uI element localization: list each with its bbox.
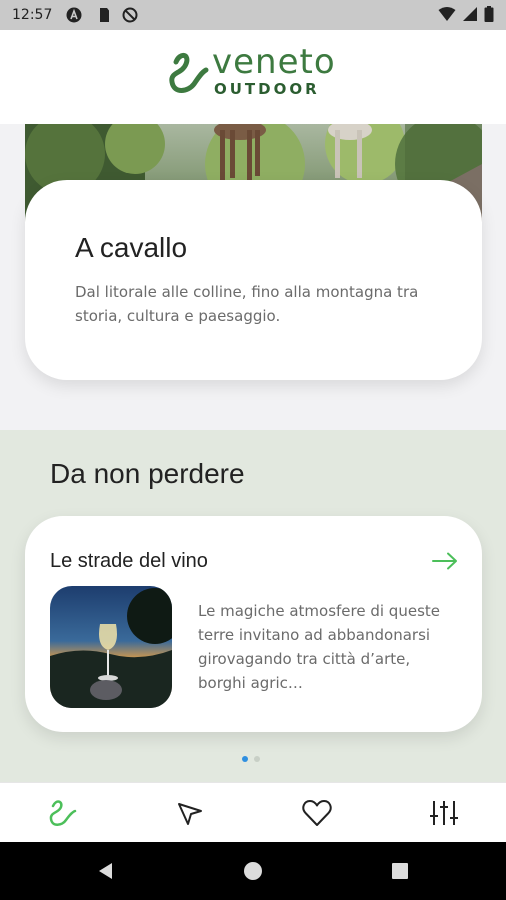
back-icon[interactable] (96, 861, 116, 881)
veneto-logo-icon (49, 800, 77, 826)
no-disturb-icon (122, 7, 138, 23)
a-circle-icon (66, 7, 82, 23)
highlight-card[interactable]: Le strade del vino Le magiche atmosfere … (25, 516, 482, 732)
logo-wordmark: veneto (212, 42, 336, 82)
pagination-dot-active[interactable] (242, 756, 248, 762)
signal-icon (463, 7, 477, 21)
activity-title: A cavallo (75, 232, 188, 263)
nav-home[interactable] (45, 795, 81, 831)
section-heading: Da non perdere (50, 458, 245, 489)
app-header: veneto OUTDOOR (0, 30, 506, 124)
home-icon[interactable] (243, 861, 263, 881)
highlight-description: Le magiche atmosfere di queste terre inv… (198, 602, 440, 692)
pagination-dot[interactable] (254, 756, 260, 762)
bottom-navigation (0, 782, 506, 842)
system-navigation-bar (0, 842, 506, 900)
nav-favorites[interactable] (299, 795, 335, 831)
arrow-right-icon[interactable] (432, 552, 458, 570)
veneto-outdoor-logo[interactable]: veneto OUTDOOR (166, 42, 346, 108)
heart-icon (302, 800, 332, 826)
veneto-logo-mark-icon (169, 53, 209, 93)
sd-card-icon (100, 8, 109, 22)
wine-glass-photo (50, 586, 172, 708)
wine-thumbnail[interactable] (50, 586, 172, 708)
navigation-icon (178, 803, 202, 825)
filters-icon (430, 801, 458, 825)
recents-icon[interactable] (390, 861, 410, 881)
highlights-section: Da non perdere Le strade del vino Le mag… (0, 430, 506, 782)
nav-filters[interactable] (426, 795, 462, 831)
battery-icon (484, 6, 494, 22)
highlight-title: Le strade del vino (50, 550, 208, 572)
nav-navigation[interactable] (172, 795, 208, 831)
status-time: 12:57 (12, 7, 53, 23)
status-bar: 12:57 (0, 0, 506, 30)
logo-subtitle: OUTDOOR (214, 80, 320, 98)
wifi-icon (438, 7, 456, 21)
pagination-dots (242, 756, 260, 762)
activity-card[interactable]: A cavallo Dal litorale alle colline, fin… (25, 180, 482, 380)
activity-description: Dal litorale alle colline, fino alla mon… (75, 283, 419, 325)
